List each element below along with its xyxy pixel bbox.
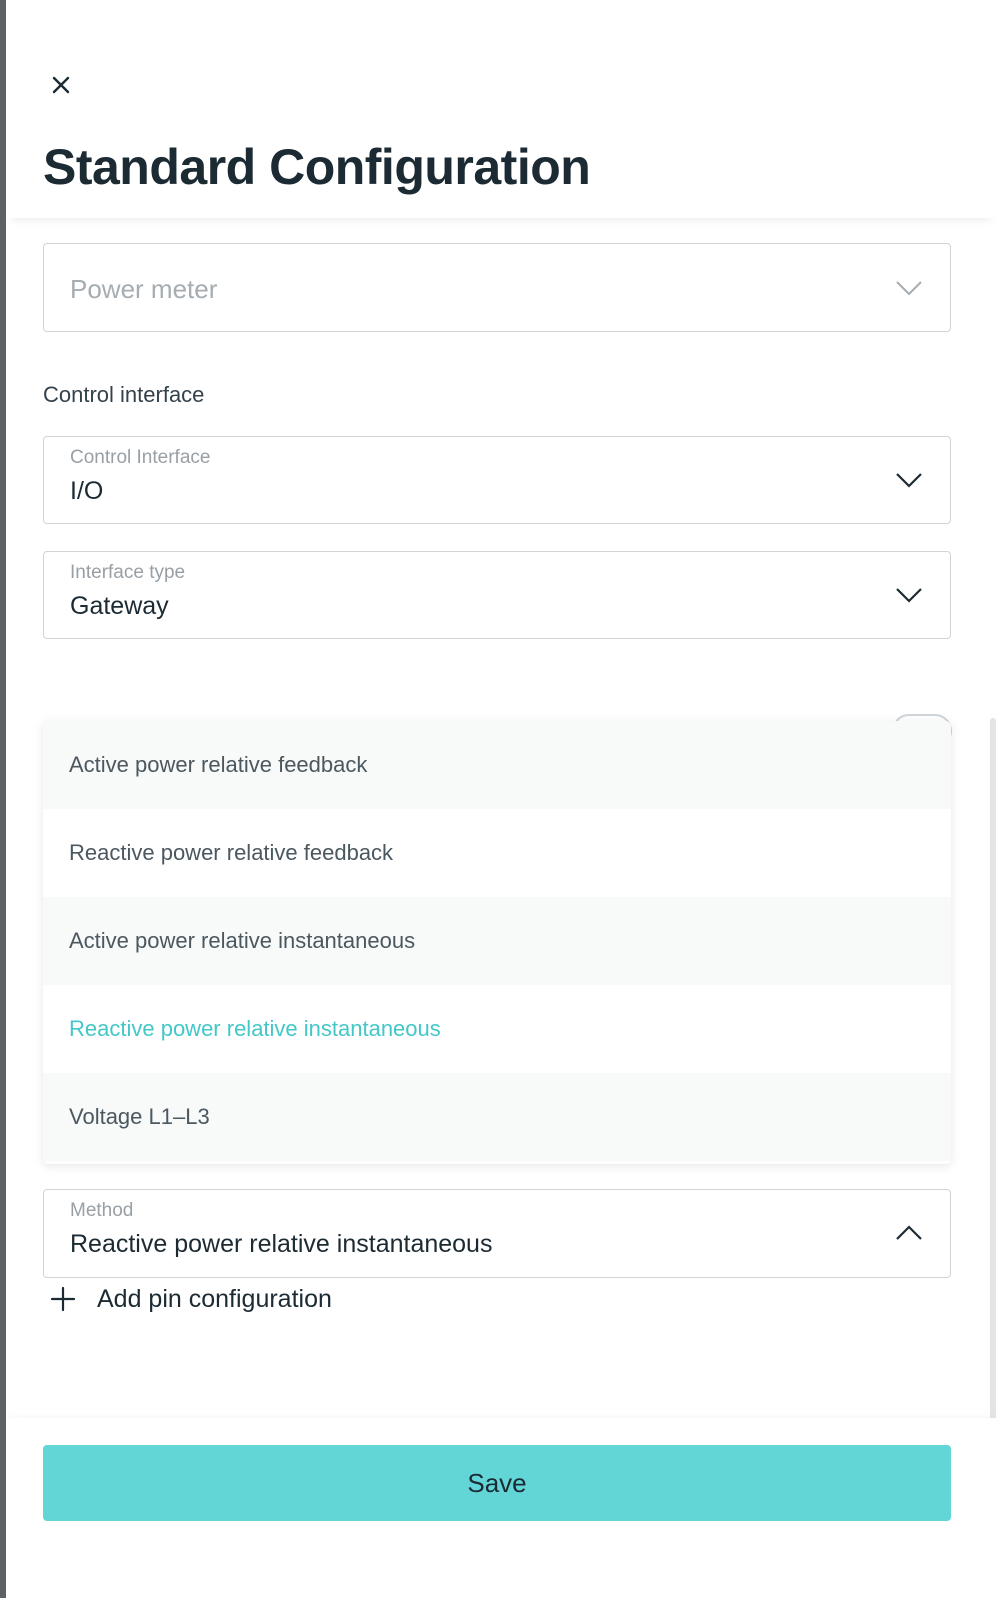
panel-header: Standard Configuration (6, 0, 996, 218)
save-button[interactable]: Save (43, 1445, 951, 1521)
method-option[interactable]: Active power relative feedback (43, 721, 951, 809)
control-interface-select[interactable]: Control Interface I/O (43, 436, 951, 524)
form-scroll-area[interactable]: Power meter Control interface Control In… (6, 218, 996, 1418)
method-option[interactable]: Active power relative instantaneous (43, 897, 951, 985)
chevron-up-icon (894, 1221, 924, 1245)
control-interface-label: Control Interface (70, 447, 211, 468)
interface-type-value: Gateway (70, 592, 169, 620)
interface-type-label: Interface type (70, 562, 186, 583)
chevron-down-icon (894, 468, 924, 492)
close-button[interactable] (46, 70, 76, 100)
panel-footer: Save (6, 1418, 996, 1598)
method-select[interactable]: Method Reactive power relative instantan… (43, 1189, 951, 1278)
close-icon (52, 76, 70, 94)
method-option[interactable]: Voltage L1–L3 (43, 1073, 951, 1161)
power-meter-select[interactable]: Power meter (43, 243, 951, 332)
method-options-dropdown: Active power relative feedback Reactive … (43, 721, 951, 1164)
power-meter-placeholder: Power meter (70, 274, 218, 304)
method-value: Reactive power relative instantaneous (70, 1230, 493, 1258)
interface-type-select[interactable]: Interface type Gateway (43, 551, 951, 639)
control-interface-heading: Control interface (43, 382, 205, 407)
control-interface-value: I/O (70, 477, 104, 505)
chevron-down-icon (894, 276, 924, 300)
scrollbar[interactable] (990, 718, 996, 1418)
chevron-down-icon (894, 583, 924, 607)
config-side-panel: Standard Configuration Power meter Contr… (6, 0, 996, 1598)
method-option[interactable]: Reactive power relative feedback (43, 809, 951, 897)
add-pin-label: Add pin configuration (97, 1284, 332, 1313)
plus-icon (49, 1285, 77, 1313)
method-option-selected[interactable]: Reactive power relative instantaneous (43, 985, 951, 1073)
method-label: Method (70, 1200, 134, 1221)
page-title: Standard Configuration (43, 139, 591, 195)
add-pin-configuration-button[interactable]: Add pin configuration (49, 1281, 332, 1317)
